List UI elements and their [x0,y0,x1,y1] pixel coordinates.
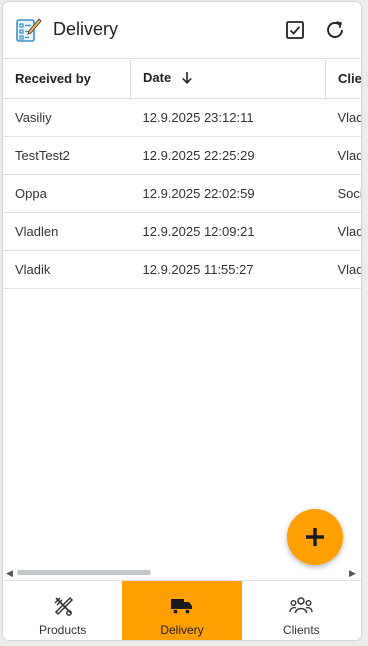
app-window: Delivery Received by Date Cli Vasiliy 12… [3,2,361,640]
nav-item-products[interactable]: Products [3,581,122,640]
cell-received-by: Vasiliy [3,98,131,137]
plus-icon [306,528,324,546]
cell-received-by: Vladik [3,250,131,289]
cell-date: 12.9.2025 12:09:21 [130,212,326,251]
cell-client: Vladlen [325,98,361,137]
scrollbar-thumb[interactable] [17,570,151,575]
table-row[interactable]: Oppa 12.9.2025 22:02:59 Social [3,174,361,213]
users-icon [289,595,313,617]
cell-received-by: Oppa [3,174,131,213]
cell-date: 12.9.2025 22:02:59 [130,174,326,213]
select-mode-button[interactable] [282,17,308,43]
horizontal-scrollbar[interactable]: ◀ ▶ [3,567,361,579]
add-delivery-button[interactable] [287,509,343,565]
scroll-right-arrow-icon[interactable]: ▶ [349,567,356,579]
truck-icon [170,595,194,617]
cell-date: 12.9.2025 11:55:27 [130,250,326,289]
table-row[interactable]: Vladlen 12.9.2025 12:09:21 Vladlen [3,212,361,251]
cell-date: 12.9.2025 22:25:29 [130,136,326,175]
nav-item-delivery[interactable]: Delivery [122,581,242,640]
column-header-received-by[interactable]: Received by [3,59,131,99]
top-app-bar: Delivery [3,2,361,59]
cell-client: Vladlen [325,136,361,175]
table-row[interactable]: TestTest2 12.9.2025 22:25:29 Vladlen [3,136,361,175]
table-row[interactable]: Vasiliy 12.9.2025 23:12:11 Vladlen [3,98,361,137]
cell-client: Social [325,174,361,213]
cell-date: 12.9.2025 23:12:11 [130,98,326,137]
column-header-label: Date [143,70,172,85]
column-header-date[interactable]: Date [130,59,326,99]
page-title: Delivery [53,19,119,39]
deliveries-table: Received by Date Client [3,59,361,567]
column-header-label: Client [338,71,361,86]
nav-label: Products [38,623,87,637]
column-header-label: Received by [15,71,91,86]
refresh-button[interactable] [322,17,348,43]
bottom-navigation: Products Delivery Clients [3,580,361,640]
cell-received-by: TestTest2 [3,136,131,175]
cell-client: Vladlen [325,250,361,289]
cell-received-by: Vladlen [3,212,131,251]
nav-item-clients[interactable]: Clients [242,581,361,640]
utensils-icon [51,595,75,617]
checkbox-icon [286,21,304,39]
nav-label: Clients [282,623,320,637]
cell-client: Vladlen [325,212,361,251]
table-row[interactable]: Vladik 12.9.2025 11:55:27 Vladlen [3,250,361,289]
sort-descending-icon [181,71,193,87]
refresh-icon [327,21,343,38]
column-header-client[interactable]: Client [325,59,361,99]
checklist-pencil-icon [14,16,42,44]
nav-label: Delivery [160,623,204,637]
scroll-left-arrow-icon[interactable]: ◀ [6,567,13,579]
